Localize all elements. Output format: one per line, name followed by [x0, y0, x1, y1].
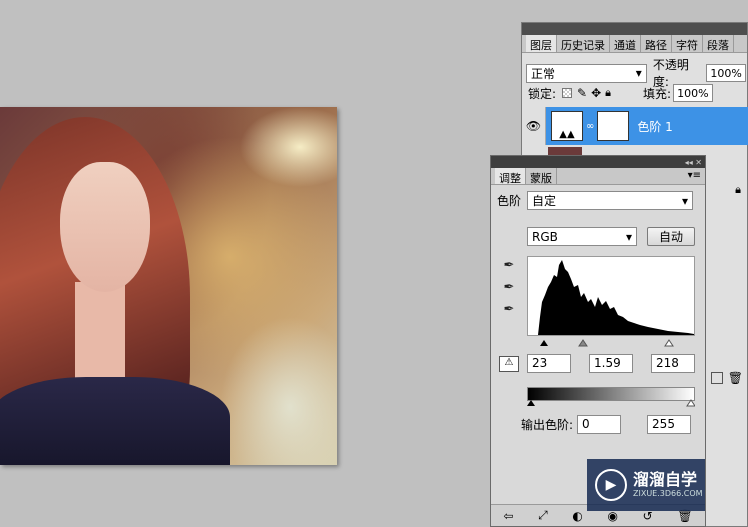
tab-layers[interactable]: 图层	[526, 35, 557, 52]
levels-icon: ▲▲	[551, 111, 583, 141]
tab-channels[interactable]: 通道	[610, 35, 641, 52]
fill-label: 填充:	[643, 86, 672, 101]
tab-masks[interactable]: 蒙版	[526, 168, 557, 184]
input-black-field[interactable]: 23	[527, 354, 571, 373]
lock-icon[interactable]: 🔒︎	[605, 86, 611, 100]
canvas-photo[interactable]	[0, 107, 337, 465]
channel-value: RGB	[532, 229, 558, 244]
photo-neck	[75, 282, 125, 392]
dropdown-arrow-icon: ▾	[635, 66, 642, 80]
watermark-title: 溜溜自学	[633, 470, 698, 489]
lock-transparent-icon[interactable]	[562, 88, 573, 98]
new-layer-icon[interactable]	[711, 372, 723, 384]
output-sliders[interactable]	[527, 399, 695, 407]
eyedropper-black-icon[interactable]: ✒	[501, 258, 517, 274]
move-icon[interactable]: ✥	[591, 86, 601, 100]
histogram-graph	[538, 260, 694, 335]
output-white-field[interactable]: 255	[647, 415, 692, 434]
brush-icon[interactable]: ✎	[577, 86, 587, 100]
input-sliders[interactable]	[527, 338, 695, 348]
blend-mode-select[interactable]: 正常 ▾	[526, 63, 647, 83]
output-black-slider[interactable]	[527, 400, 535, 406]
histogram	[527, 256, 695, 336]
collapse-icon[interactable]: ◂◂ ✕	[685, 158, 702, 167]
input-gamma-field[interactable]: 1.59	[589, 354, 633, 373]
panel-menu-icon[interactable]: ▾≡	[688, 170, 701, 181]
preset-select[interactable]: 自定 ▾	[527, 191, 694, 210]
layer-name[interactable]: 色阶 1	[637, 118, 672, 135]
input-white-field[interactable]: 218	[651, 354, 695, 373]
opacity-field[interactable]: 100%	[706, 64, 746, 82]
output-white-slider[interactable]	[686, 399, 695, 407]
tab-history[interactable]: 历史记录	[557, 35, 610, 52]
tab-character[interactable]: 字符	[672, 35, 703, 52]
output-levels-label: 输出色阶:	[521, 418, 574, 432]
lock-label: 锁定:	[528, 86, 557, 101]
blend-mode-value: 正常	[531, 66, 556, 81]
mask-icon[interactable]: ◐	[572, 509, 582, 523]
eye-icon[interactable]: 👁︎	[522, 107, 546, 145]
watermark: ▶ 溜溜自学 ZIXUE.3D66.COM	[587, 459, 705, 511]
auto-button[interactable]: 自动	[647, 227, 695, 246]
eyedropper-gray-icon[interactable]: ✒	[501, 280, 517, 296]
watermark-url: ZIXUE.3D66.COM	[633, 489, 703, 498]
black-point-slider[interactable]	[540, 340, 548, 346]
chain-icon[interactable]: ∞	[586, 121, 594, 132]
tab-paths[interactable]: 路径	[641, 35, 672, 52]
lock-icon: 🔒︎	[735, 183, 741, 196]
tab-paragraph[interactable]: 段落	[703, 35, 734, 52]
layers-tabs: 图层 历史记录 通道 路径 字符 段落	[522, 35, 747, 53]
tab-adjustments[interactable]: 调整	[495, 168, 526, 184]
dropdown-arrow-icon: ▾	[681, 193, 689, 208]
adjust-tabs: 调整 蒙版 ▾≡	[491, 168, 705, 185]
eyedropper-white-icon[interactable]: ✒	[501, 302, 517, 318]
adjustment-type-label: 色阶	[497, 194, 522, 208]
back-arrow-icon[interactable]: ⇦	[503, 509, 513, 523]
layers-panel-titlebar[interactable]	[522, 23, 747, 35]
photo-jacket	[0, 377, 230, 465]
play-icon: ▶	[595, 469, 627, 501]
layer-mask-thumbnail[interactable]	[597, 111, 630, 141]
gamma-slider[interactable]	[578, 339, 588, 347]
fill-field[interactable]: 100%	[673, 84, 714, 102]
trash-icon[interactable]: 🗑︎	[728, 371, 743, 385]
layer-row-levels[interactable]: 👁︎ ▲▲ ∞ 色阶 1	[522, 107, 748, 145]
photo-face	[60, 162, 150, 292]
white-point-slider[interactable]	[664, 339, 674, 347]
warning-icon: ⚠	[499, 356, 519, 372]
dropdown-arrow-icon: ▾	[625, 229, 632, 244]
channel-select[interactable]: RGB ▾	[527, 227, 637, 246]
preset-value: 自定	[532, 194, 557, 208]
output-black-field[interactable]: 0	[577, 415, 622, 434]
adjustments-titlebar[interactable]: ◂◂ ✕	[491, 156, 705, 168]
expand-icon[interactable]: ⤢	[538, 508, 548, 523]
